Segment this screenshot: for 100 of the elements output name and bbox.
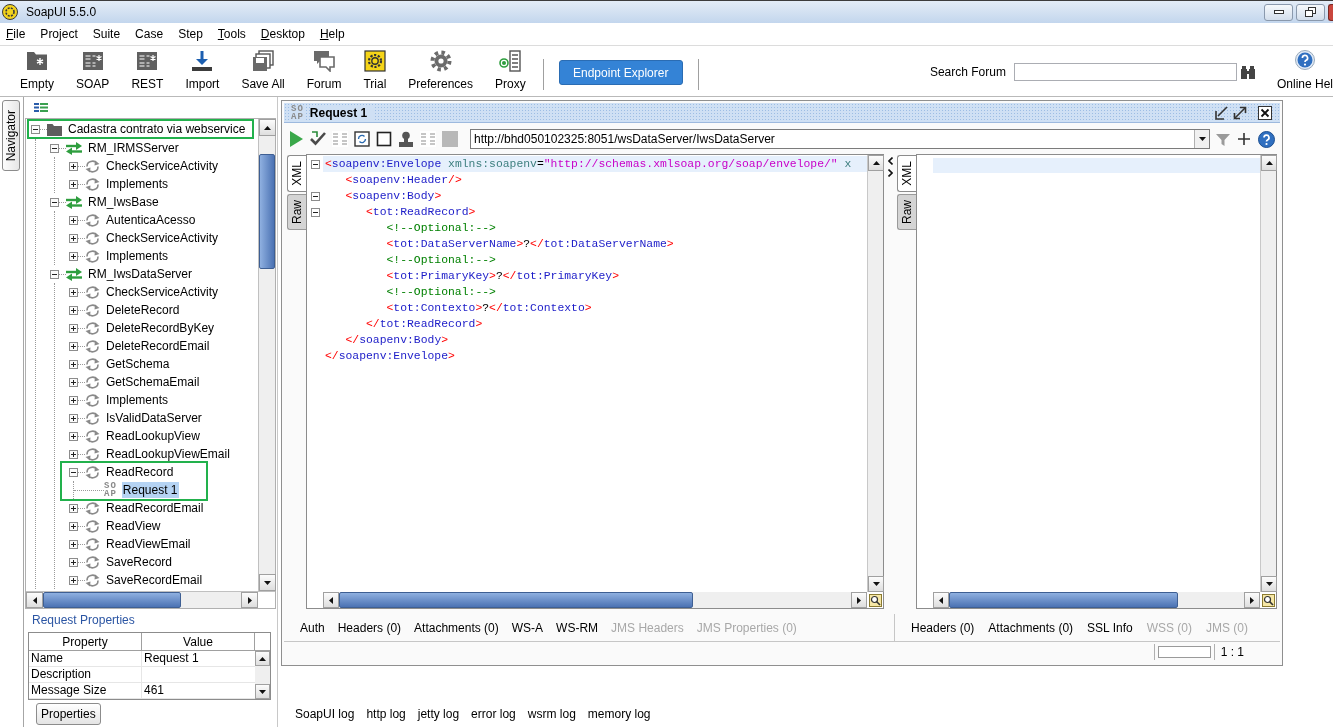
tree-item[interactable]: ReadLookupView: [105, 428, 201, 444]
scroll-up-button[interactable]: [259, 119, 276, 136]
toolbar-button[interactable]: Empty: [9, 50, 65, 91]
fold-icon[interactable]: [310, 207, 320, 217]
log-tab[interactable]: wsrm log: [527, 707, 576, 721]
menu-item[interactable]: Case: [135, 26, 164, 42]
maximize-icon[interactable]: [1233, 105, 1247, 120]
scroll-right-button[interactable]: [851, 592, 867, 608]
menu-item[interactable]: Project: [40, 26, 78, 42]
expand-box-icon[interactable]: [69, 341, 78, 351]
expand-box-icon[interactable]: [69, 377, 78, 387]
toolbar-button[interactable]: Proxy: [484, 50, 537, 91]
menu-item[interactable]: Desktop: [260, 26, 305, 42]
log-tab[interactable]: SoapUI log: [295, 707, 355, 721]
navigator-tab[interactable]: Navigator: [2, 100, 20, 171]
expand-box-icon[interactable]: [69, 503, 78, 513]
restore-button[interactable]: [1296, 3, 1325, 21]
tree-item[interactable]: ReadView: [105, 518, 162, 534]
expand-box-icon[interactable]: [69, 395, 78, 405]
scroll-thumb[interactable]: [259, 154, 275, 269]
magnifier-icon[interactable]: [1261, 593, 1275, 607]
close-icon[interactable]: [1258, 105, 1272, 120]
square-icon[interactable]: [376, 131, 392, 147]
tree-item[interactable]: GetSchema: [105, 356, 171, 372]
scroll-up-button[interactable]: [1261, 155, 1277, 171]
toolbar-button[interactable]: REST: [120, 50, 175, 91]
xml-editor-field[interactable]: [916, 154, 1277, 609]
editor-tab[interactable]: Raw: [897, 193, 916, 230]
scroll-left-button[interactable]: [26, 592, 43, 608]
endpoint-combo[interactable]: http://bhd050102325:8051/wsDataServer/IwsDataServer: [470, 129, 1210, 149]
tree-item[interactable]: ReadRecordEmail: [105, 500, 205, 516]
expand-box-icon[interactable]: [69, 179, 78, 189]
menu-item[interactable]: Suite: [92, 26, 121, 42]
collapse-box-icon[interactable]: [50, 269, 59, 279]
inspector-tab[interactable]: Headers (0): [911, 618, 975, 637]
expand-box-icon[interactable]: [69, 413, 78, 423]
tree-item[interactable]: AutenticaAcesso: [105, 212, 197, 228]
expand-box-icon[interactable]: [69, 215, 78, 225]
tree-item[interactable]: SaveRecord: [105, 554, 174, 570]
column-header[interactable]: Value: [142, 633, 255, 651]
chevron-left-icon[interactable]: [888, 157, 893, 165]
check-arrow-icon[interactable]: [310, 131, 326, 147]
collapse-box-icon[interactable]: [31, 124, 40, 134]
tree-item[interactable]: Implements: [105, 248, 170, 264]
expand-box-icon[interactable]: [69, 575, 78, 585]
toolbar-button[interactable]: SOAP: [65, 50, 121, 91]
expand-box-icon[interactable]: [69, 233, 78, 243]
collapse-box-icon[interactable]: [50, 143, 59, 153]
magnifier-icon[interactable]: [868, 593, 882, 607]
expand-box-icon[interactable]: [69, 359, 78, 369]
help-icon[interactable]: [1258, 130, 1275, 148]
expand-box-icon[interactable]: [69, 287, 78, 297]
endpoint-explorer-button[interactable]: Endpoint Explorer: [558, 60, 683, 85]
scroll-left-button[interactable]: [323, 592, 339, 608]
inspector-tab[interactable]: Auth: [300, 618, 325, 637]
scroll-down-button[interactable]: [868, 576, 884, 592]
tree-item[interactable]: DeleteRecordByKey: [105, 320, 216, 336]
refresh-box-icon[interactable]: [354, 131, 370, 147]
tree-item[interactable]: RM_IwsDataServer: [87, 266, 194, 282]
expand-box-icon[interactable]: [69, 539, 78, 549]
editor-tab[interactable]: Raw: [287, 193, 306, 230]
expand-box-icon[interactable]: [69, 431, 78, 441]
scroll-left-button[interactable]: [933, 592, 949, 608]
column-header[interactable]: Property: [29, 633, 142, 651]
log-tab[interactable]: http log: [366, 707, 406, 721]
tree-item[interactable]: DeleteRecordEmail: [105, 338, 211, 354]
tree-item[interactable]: SaveRecordEmail: [105, 572, 204, 588]
list-icon[interactable]: [34, 103, 48, 112]
tree-item[interactable]: RM_IwsBase: [87, 194, 160, 210]
tree-item[interactable]: DeleteRecord: [105, 302, 181, 318]
tree-item[interactable]: RM_IRMSServer: [87, 140, 180, 156]
expand-box-icon[interactable]: [69, 521, 78, 531]
tree-item[interactable]: Implements: [105, 176, 170, 192]
expand-box-icon[interactable]: [69, 305, 78, 315]
scroll-right-button[interactable]: [1244, 592, 1260, 608]
plus-icon[interactable]: [1238, 133, 1250, 145]
scroll-thumb[interactable]: [339, 592, 693, 608]
tree-item[interactable]: GetSchemaEmail: [105, 374, 201, 390]
editor-tab[interactable]: XML: [287, 155, 306, 192]
tree-item[interactable]: CheckServiceActivity: [105, 230, 220, 246]
scroll-right-button[interactable]: [241, 592, 258, 608]
tree-item[interactable]: CheckServiceActivity: [105, 284, 220, 300]
expand-box-icon[interactable]: [69, 161, 78, 171]
inspector-tab[interactable]: SSL Info: [1087, 618, 1133, 637]
minimize-button[interactable]: [1264, 3, 1293, 21]
inspector-tab[interactable]: WS-A: [511, 618, 544, 637]
play-icon[interactable]: [288, 131, 304, 147]
inspector-tab[interactable]: Attachments (0): [988, 618, 1074, 637]
expand-box-icon[interactable]: [69, 323, 78, 333]
tree-item[interactable]: Request 1: [121, 482, 179, 498]
scroll-down-button[interactable]: [259, 574, 276, 591]
close-button[interactable]: [1328, 3, 1333, 21]
menu-item[interactable]: Help: [319, 26, 345, 42]
fold-icon[interactable]: [310, 191, 320, 201]
inspector-tab[interactable]: Attachments (0): [414, 618, 499, 637]
inspector-tab[interactable]: Headers (0): [337, 618, 402, 637]
log-tab[interactable]: jetty log: [417, 707, 460, 721]
scroll-down-button[interactable]: [255, 684, 270, 699]
scroll-thumb[interactable]: [43, 592, 181, 608]
funnel-icon[interactable]: [1216, 132, 1230, 146]
